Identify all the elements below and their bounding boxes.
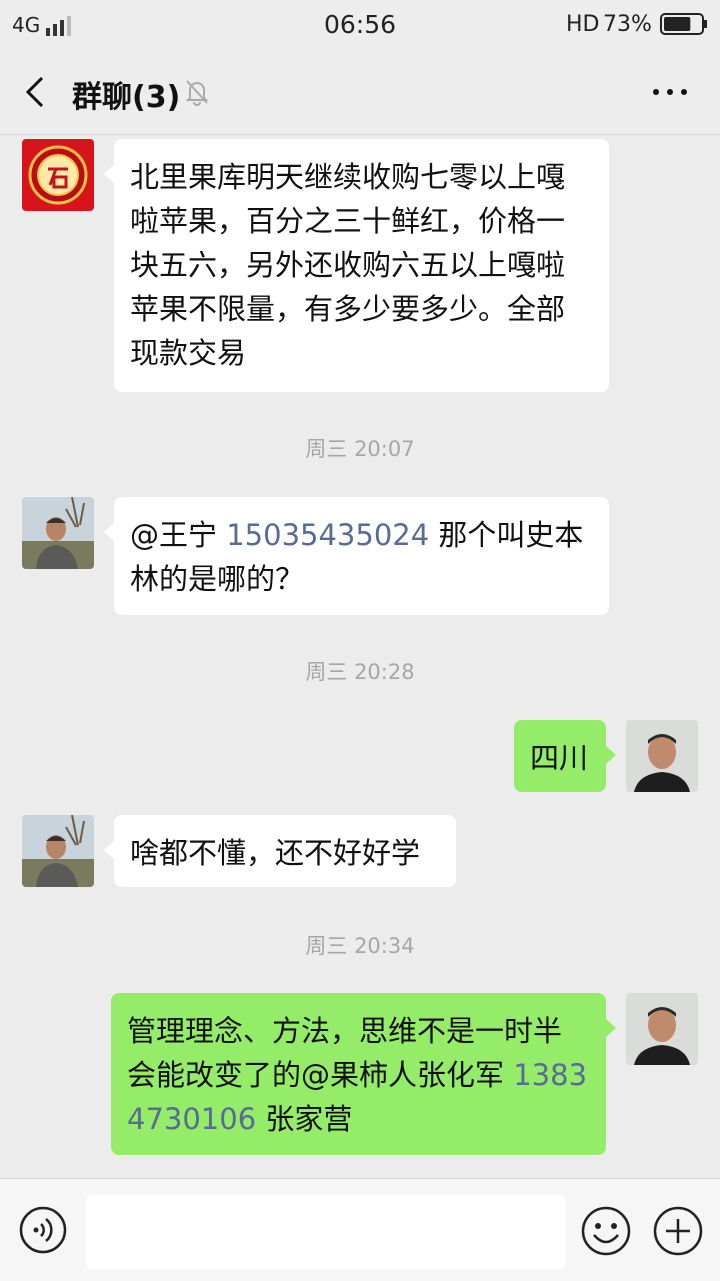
hd-indicator: HD	[566, 12, 600, 37]
self-avatar[interactable]	[626, 720, 698, 792]
orchard-man-avatar[interactable]	[22, 815, 94, 887]
chat-title: 群聊(3)	[72, 80, 181, 115]
timestamp: 周三 20:07	[305, 437, 415, 461]
emoji-icon[interactable]	[580, 1205, 632, 1257]
message-input[interactable]	[86, 1195, 566, 1269]
status-bar: 4G 06:56 HD 73%	[0, 0, 720, 50]
timestamp: 周三 20:28	[305, 660, 415, 684]
chat-header: 群聊(3)	[0, 50, 720, 135]
battery-icon	[660, 13, 707, 35]
phone-link[interactable]: 15035435024	[226, 518, 429, 552]
timestamp: 周三 20:34	[305, 934, 415, 958]
input-bar	[0, 1178, 720, 1281]
message-text: 北里果库明天继续收购七零以上嘎啦苹果，百分之三十鲜红，价格一块五六，另外还收购六…	[130, 160, 566, 370]
message-text: 张家营	[256, 1102, 353, 1136]
self-avatar[interactable]	[626, 993, 698, 1065]
message-text: @王宁	[130, 518, 227, 552]
message-bubble[interactable]: 北里果库明天继续收购七零以上嘎啦苹果，百分之三十鲜红，价格一块五六，另外还收购六…	[104, 139, 609, 392]
message-bubble[interactable]: 啥都不懂，还不好好学	[104, 815, 456, 887]
plus-icon[interactable]	[652, 1205, 704, 1257]
message-bubble[interactable]: @王宁 15035435024 那个叫史本林的是哪的？	[104, 497, 609, 615]
battery-percent: 73%	[603, 12, 652, 37]
message-bubble[interactable]: 管理理念、方法，思维不是一时半会能改变了的@果柿人张化军 13834730106…	[111, 993, 616, 1155]
orchard-man-avatar[interactable]	[22, 497, 94, 569]
more-button[interactable]	[650, 80, 690, 104]
back-button[interactable]	[18, 72, 54, 112]
message-text: 啥都不懂，还不好好学	[130, 836, 421, 870]
seal-avatar[interactable]	[22, 139, 94, 211]
message-text: 管理理念、方法，思维不是一时半会能改变了的@果柿人张化军	[127, 1014, 563, 1092]
bell-off-icon	[185, 80, 209, 106]
message-bubble[interactable]: 四川	[514, 720, 616, 792]
voice-icon[interactable]	[18, 1205, 68, 1255]
message-text: 四川	[530, 741, 589, 775]
